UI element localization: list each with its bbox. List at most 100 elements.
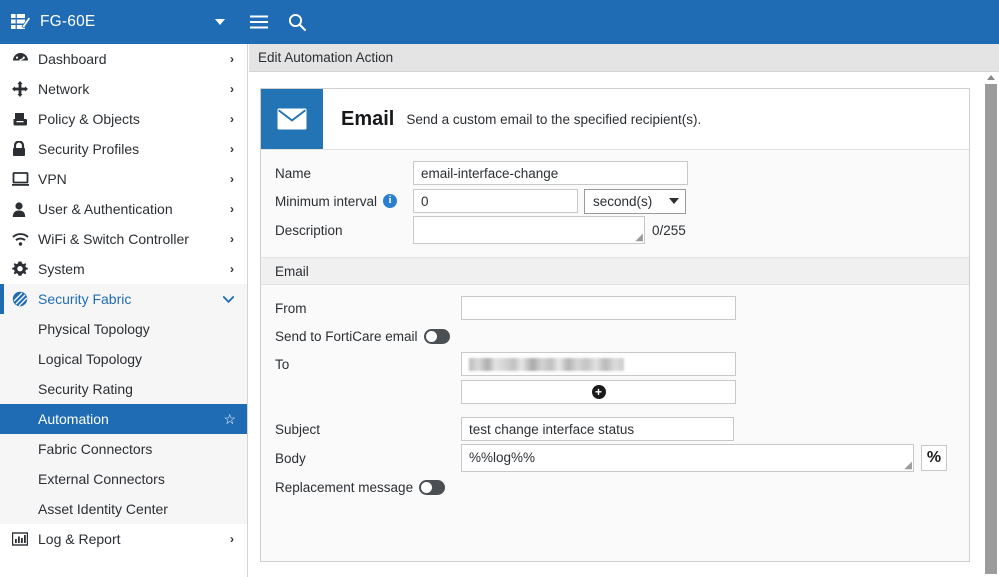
replacement-message-toggle[interactable]: [419, 479, 446, 495]
card-header-text: Email Send a custom email to the specifi…: [323, 89, 969, 149]
send-to-forticare-label-text: Send to FortiCare email: [275, 328, 418, 344]
chevron-down-icon: [222, 292, 236, 306]
device-name: FG-60E: [40, 13, 96, 30]
monitor-icon: [12, 172, 38, 186]
sidebar-item-fabric-connectors[interactable]: Fabric Connectors: [0, 434, 247, 464]
body-textarea-value: %%log%%: [469, 450, 536, 465]
email-section-header: Email: [261, 257, 969, 285]
sidebar-item-automation[interactable]: Automation ☆: [0, 404, 247, 434]
sidebar-subitem-label: Logical Topology: [38, 351, 143, 367]
card-subtitle: Send a custom email to the specified rec…: [406, 111, 702, 127]
chevron-right-icon: ›: [230, 532, 234, 546]
form-row-add-recipient: +: [261, 378, 969, 406]
top-bar: FG-60E: [0, 0, 999, 44]
sidebar-item-logical-topology[interactable]: Logical Topology: [0, 344, 247, 374]
chevron-right-icon: ›: [230, 142, 234, 156]
search-icon[interactable]: [278, 13, 316, 31]
toggle-off-icon: [421, 481, 433, 493]
sidebar-item-label: Security Fabric: [38, 291, 132, 307]
chevron-down-icon[interactable]: [200, 18, 240, 27]
description-char-counter: 0/255: [652, 222, 686, 238]
chevron-right-icon: ›: [230, 172, 234, 186]
subject-label: Subject: [275, 421, 321, 437]
body-textarea[interactable]: %%log%% ◢: [461, 444, 914, 472]
sidebar-item-vpn[interactable]: VPN ›: [0, 164, 247, 194]
chart-bar-icon: [12, 532, 38, 546]
sidebar-item-security-rating[interactable]: Security Rating: [0, 374, 247, 404]
brand-area[interactable]: FG-60E: [0, 13, 200, 31]
sidebar-item-external-connectors[interactable]: External Connectors: [0, 464, 247, 494]
sidebar-item-label: System: [38, 261, 85, 277]
sidebar-item-system[interactable]: System ›: [0, 254, 247, 284]
vertical-scroll-thumb[interactable]: [985, 84, 997, 574]
sidebar-item-network[interactable]: Network ›: [0, 74, 247, 104]
minimum-interval-label: Minimum interval i: [261, 194, 413, 209]
form-row-body: Body %%log%% ◢ %: [261, 443, 969, 473]
envelope-icon: [261, 89, 323, 149]
minimum-interval-unit-value: second(s): [593, 193, 653, 209]
security-fabric-icon: [12, 291, 38, 307]
scroll-up-arrow-icon[interactable]: [987, 75, 995, 80]
sidebar-subitem-label: External Connectors: [38, 471, 165, 487]
sidebar-item-security-profiles[interactable]: Security Profiles ›: [0, 134, 247, 164]
to-input[interactable]: [461, 352, 736, 376]
toggle-off-icon: [425, 330, 437, 342]
sidebar-item-log-report[interactable]: Log & Report ›: [0, 524, 247, 554]
form-row-minimum-interval: Minimum interval i 0 second(s): [261, 187, 969, 215]
fortigate-logo-icon: [11, 13, 31, 31]
form-row-from: From: [261, 294, 969, 322]
chevron-right-icon: ›: [230, 82, 234, 96]
subject-input-value: test change interface status: [469, 421, 635, 437]
sidebar-item-security-fabric[interactable]: Security Fabric: [0, 284, 247, 314]
name-input-value: email-interface-change: [421, 165, 559, 181]
lock-icon: [12, 141, 38, 157]
form-row-send-to-forticare: Send to FortiCare email: [261, 322, 969, 350]
resize-grip-icon[interactable]: ◢: [635, 233, 643, 243]
chevron-right-icon: ›: [230, 52, 234, 66]
sidebar-item-label: User & Authentication: [38, 201, 173, 217]
to-label: To: [275, 356, 290, 372]
chevron-down-icon: [669, 198, 679, 204]
favorite-star-icon[interactable]: ☆: [223, 411, 236, 428]
sidebar-subitem-label: Fabric Connectors: [38, 441, 153, 457]
sidebar-item-label: Policy & Objects: [38, 111, 140, 127]
info-icon[interactable]: i: [383, 194, 398, 208]
hamburger-menu-icon[interactable]: [240, 15, 278, 29]
percent-icon[interactable]: %: [921, 445, 947, 471]
from-label: From: [275, 300, 307, 316]
card-title: Email: [341, 107, 395, 130]
sidebar-item-user-authentication[interactable]: User & Authentication ›: [0, 194, 247, 224]
user-icon: [12, 201, 38, 217]
email-section-title: Email: [275, 263, 309, 279]
minimum-interval-value: 0: [421, 193, 429, 209]
sidebar-item-asset-identity-center[interactable]: Asset Identity Center: [0, 494, 247, 524]
chevron-right-icon: ›: [230, 262, 234, 276]
sidebar-item-wifi-switch-controller[interactable]: WiFi & Switch Controller ›: [0, 224, 247, 254]
resize-grip-icon[interactable]: ◢: [904, 461, 912, 471]
replacement-message-label: Replacement message: [261, 479, 461, 495]
form-row-replacement-message: Replacement message: [261, 473, 969, 501]
from-input[interactable]: [461, 296, 736, 320]
replacement-message-label-text: Replacement message: [275, 479, 414, 495]
sidebar-item-label: Dashboard: [38, 51, 107, 67]
vertical-scrollbar[interactable]: [983, 73, 999, 577]
sidebar-item-dashboard[interactable]: Dashboard ›: [0, 44, 247, 74]
gear-icon: [12, 261, 38, 277]
form-row-subject: Subject test change interface status: [261, 415, 969, 443]
name-input[interactable]: email-interface-change: [413, 161, 688, 185]
minimum-interval-unit-select[interactable]: second(s): [584, 188, 686, 214]
main-content: Edit Automation Action Email Send a cust…: [249, 44, 999, 577]
sidebar-subitem-label: Security Rating: [38, 381, 133, 397]
send-to-forticare-label: Send to FortiCare email: [261, 328, 461, 344]
email-settings-block: From Send to FortiCare email To + Subjec…: [261, 285, 969, 511]
send-to-forticare-toggle[interactable]: [423, 328, 450, 344]
sidebar-item-label: Log & Report: [38, 531, 121, 547]
form-row-name: Name email-interface-change: [261, 159, 969, 187]
chevron-right-icon: ›: [230, 232, 234, 246]
minimum-interval-input[interactable]: 0: [413, 189, 578, 213]
description-textarea[interactable]: ◢: [413, 216, 645, 244]
sidebar-item-policy-objects[interactable]: Policy & Objects ›: [0, 104, 247, 134]
add-recipient-button[interactable]: +: [461, 380, 736, 404]
subject-input[interactable]: test change interface status: [461, 417, 734, 441]
sidebar-item-physical-topology[interactable]: Physical Topology: [0, 314, 247, 344]
